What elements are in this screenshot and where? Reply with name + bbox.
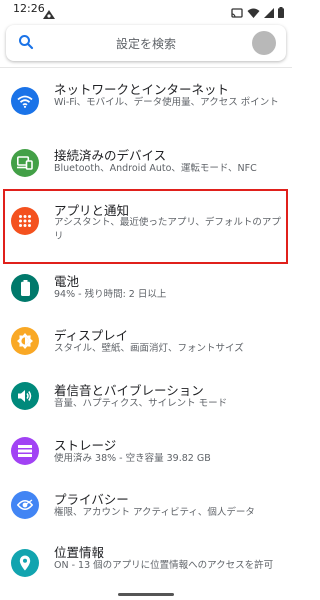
item-subtitle: スタイル、壁紙、画面消灯、フォントサイズ bbox=[54, 343, 244, 354]
gesture-nav-bar[interactable] bbox=[118, 593, 174, 596]
search-bar[interactable]: 設定を検索 bbox=[6, 25, 286, 61]
brightness-icon bbox=[11, 327, 39, 355]
settings-item-storage[interactable]: ストレージ 使用済み 38% - 空き容量 39.82 GB bbox=[0, 431, 292, 477]
notification-icon bbox=[43, 4, 55, 23]
signal-icon bbox=[264, 3, 274, 22]
battery-icon bbox=[11, 274, 39, 302]
item-subtitle: ON - 13 個のアプリに位置情報へのアクセスを許可 bbox=[54, 560, 274, 571]
settings-item-network[interactable]: ネットワークとインターネット Wi-Fi、モバイル、データ使用量、アクセス ポイ… bbox=[0, 74, 292, 128]
devices-icon bbox=[11, 149, 39, 177]
settings-item-privacy[interactable]: プライバシー 権限、アカウント アクティビティ、個人データ bbox=[0, 485, 292, 531]
item-subtitle: Wi-Fi、モバイル、データ使用量、アクセス ポイント bbox=[54, 97, 279, 108]
item-subtitle: 使用済み 38% - 空き容量 39.82 GB bbox=[54, 453, 211, 464]
avatar[interactable] bbox=[252, 31, 276, 55]
settings-item-connected-devices[interactable]: 接続済みのデバイス Bluetooth、Android Auto、運転モード、N… bbox=[0, 140, 292, 186]
highlight-frame bbox=[3, 189, 288, 264]
search-placeholder: 設定を検索 bbox=[115, 37, 176, 51]
settings-item-display[interactable]: ディスプレイ スタイル、壁紙、画面消灯、フォントサイズ bbox=[0, 321, 292, 367]
divider bbox=[0, 67, 292, 68]
status-time: 12:26 bbox=[13, 2, 45, 15]
wifi-icon bbox=[247, 3, 260, 22]
wifi-icon bbox=[11, 87, 39, 115]
location-pin-icon bbox=[11, 549, 39, 577]
battery-icon bbox=[278, 3, 284, 22]
volume-icon bbox=[11, 382, 39, 410]
item-subtitle: 権限、アカウント アクティビティ、個人データ bbox=[54, 507, 255, 518]
settings-item-battery[interactable]: 電池 94% - 残り時間: 2 日以上 bbox=[0, 267, 292, 313]
status-bar: 12:26 bbox=[0, 0, 292, 20]
cast-icon bbox=[231, 3, 243, 22]
storage-icon bbox=[11, 437, 39, 465]
privacy-eye-icon bbox=[11, 491, 39, 519]
settings-item-location[interactable]: 位置情報 ON - 13 個のアプリに位置情報へのアクセスを許可 bbox=[0, 538, 292, 592]
item-subtitle: 音量、ハプティクス、サイレント モード bbox=[54, 398, 228, 409]
item-subtitle: 94% - 残り時間: 2 日以上 bbox=[54, 289, 167, 300]
item-subtitle: Bluetooth、Android Auto、運転モード、NFC bbox=[54, 163, 257, 174]
settings-item-sound[interactable]: 着信音とバイブレーション 音量、ハプティクス、サイレント モード bbox=[0, 376, 292, 422]
